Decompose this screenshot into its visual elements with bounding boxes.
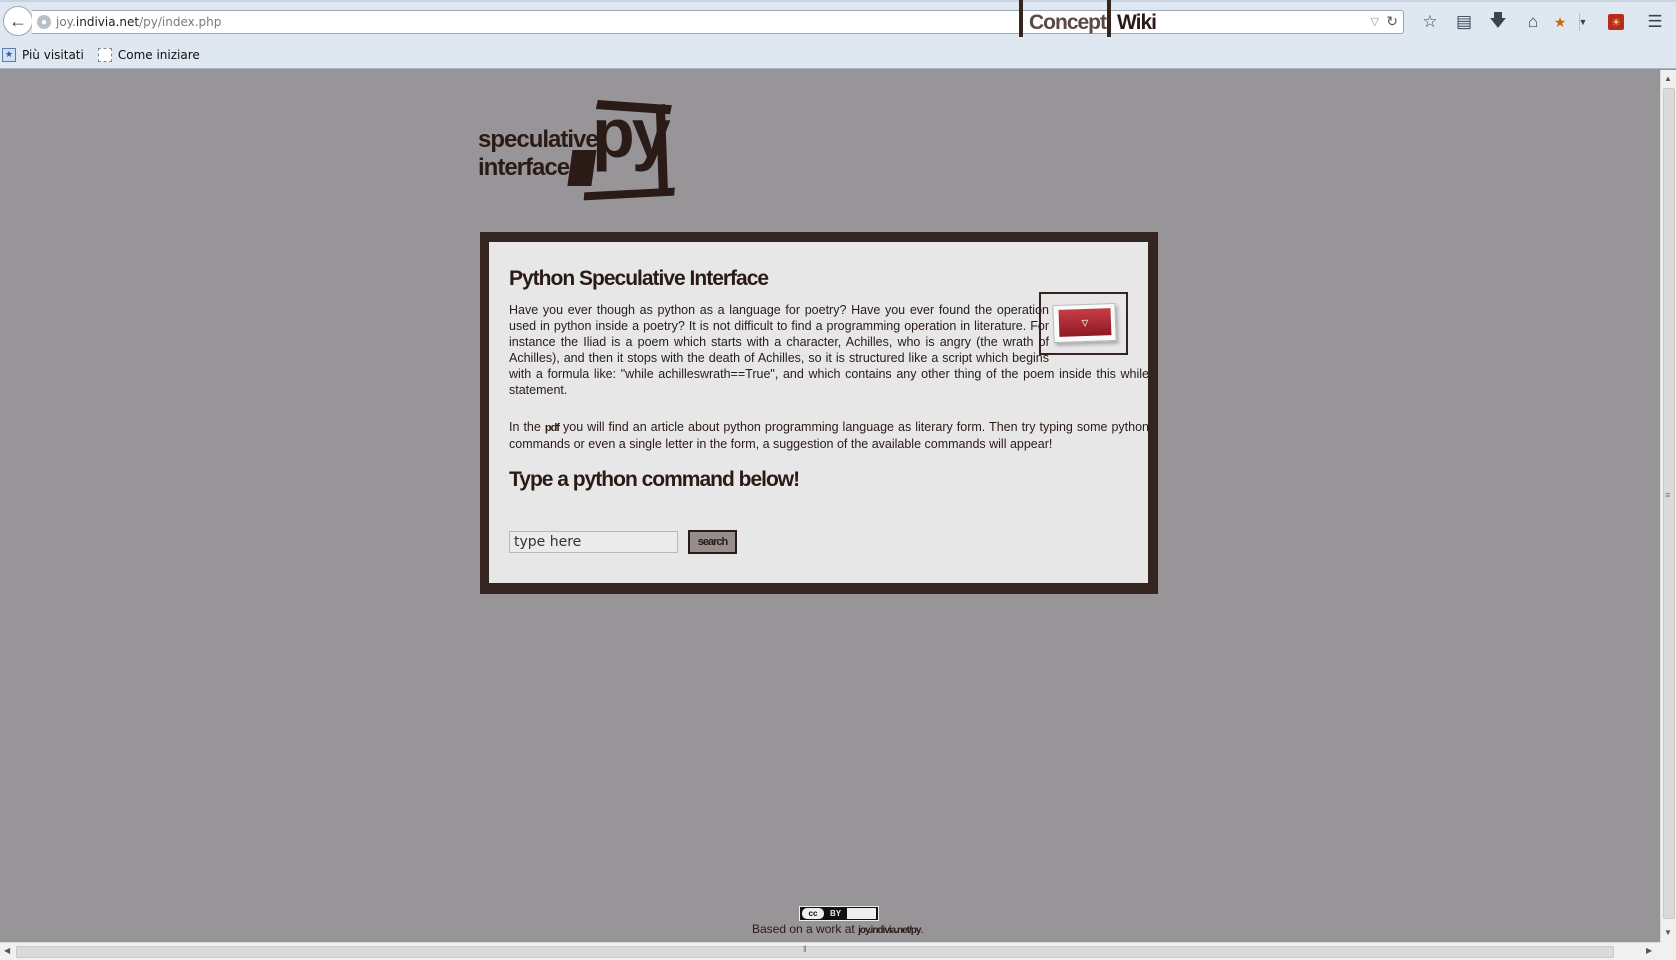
back-arrow-icon[interactable]: ← bbox=[3, 6, 33, 36]
page-title: Python Speculative Interface bbox=[509, 267, 769, 290]
tabstrip-edge bbox=[0, 0, 1676, 2]
nav-tab-wiki[interactable]: Wiki bbox=[1107, 0, 1157, 37]
scroll-up-icon[interactable]: ▲ bbox=[1664, 74, 1672, 83]
command-heading: Type a python command below! bbox=[509, 468, 800, 491]
home-icon[interactable]: ⌂ bbox=[1521, 10, 1545, 34]
creative-commons-badge[interactable]: cc BY bbox=[799, 906, 879, 921]
page-icon bbox=[97, 48, 112, 62]
extension-icon[interactable]: ☀ bbox=[1608, 14, 1624, 30]
horizontal-scrollbar[interactable]: ◀ ‖ ▶ bbox=[0, 942, 1660, 960]
content-panel: Python Speculative Interface ▿ Have you … bbox=[489, 242, 1149, 583]
site-logo[interactable]: py speculative interface bbox=[478, 94, 683, 205]
cc-icon: cc bbox=[802, 908, 824, 919]
by-label: BY bbox=[830, 909, 842, 918]
pdf-link[interactable]: pdf bbox=[545, 422, 560, 434]
horizontal-scroll-thumb[interactable] bbox=[16, 946, 1614, 958]
bookmark-star-icon[interactable]: ☆ bbox=[1418, 10, 1442, 34]
menu-icon[interactable]: ☰ bbox=[1643, 10, 1667, 34]
logo-wordmark: speculative interface bbox=[478, 126, 599, 181]
addon-dropdown-icon[interactable]: ▼ bbox=[1571, 10, 1595, 34]
search-button[interactable]: search bbox=[688, 530, 737, 554]
scroll-grip-icon: ≡ bbox=[1665, 490, 1671, 500]
footer-attribution: Based on a work at joy.indivia.net/py. bbox=[752, 922, 924, 936]
browser-chrome: ← ● joy.indivia.net/py/index.php ▽ ↻ ☆ ▤… bbox=[0, 0, 1676, 69]
content-frame: Python Speculative Interface ▿ Have you … bbox=[480, 232, 1158, 594]
url-bar[interactable]: ● joy.indivia.net/py/index.php ▽ ↻ bbox=[32, 10, 1404, 34]
download-icon[interactable]: 🡇 bbox=[1486, 10, 1510, 34]
intro-paragraph: Have you ever though as python as a lang… bbox=[509, 303, 1149, 397]
vertical-scroll-thumb[interactable] bbox=[1663, 88, 1675, 919]
bookmarks-toolbar: ★ Più visitati Come iniziare bbox=[0, 44, 214, 66]
reload-icon[interactable]: ↻ bbox=[1386, 13, 1398, 30]
nav-tab-concept[interactable]: Concept bbox=[1019, 0, 1107, 37]
scroll-grip-icon: ‖ bbox=[803, 944, 807, 954]
url-text: joy.indivia.net/py/index.php bbox=[56, 15, 222, 29]
pdf-paragraph: In the pdf you will find an article abou… bbox=[509, 420, 1149, 451]
site-identity-icon[interactable]: ● bbox=[37, 15, 51, 29]
scroll-down-icon[interactable]: ▼ bbox=[1664, 928, 1672, 937]
scroll-left-icon[interactable]: ◀ bbox=[4, 946, 10, 955]
logo-mark: py bbox=[592, 94, 671, 172]
url-dropdown-icon[interactable]: ▽ bbox=[1371, 15, 1379, 28]
bookmark-label: Come iniziare bbox=[117, 48, 200, 62]
toolbar-separator bbox=[1579, 13, 1580, 31]
bookmark-piu-visitati[interactable]: ★ Più visitati bbox=[0, 48, 84, 62]
python-command-input[interactable]: type here bbox=[509, 531, 678, 553]
bookmark-label: Più visitati bbox=[22, 48, 84, 62]
reading-list-icon[interactable]: ▤ bbox=[1452, 10, 1476, 34]
scroll-right-icon[interactable]: ▶ bbox=[1646, 946, 1652, 955]
bookmark-come-iniziare[interactable]: Come iniziare bbox=[97, 48, 200, 62]
scrollbar-corner bbox=[1660, 942, 1676, 960]
most-visited-icon: ★ bbox=[2, 48, 16, 62]
footer-source-link[interactable]: joy.indivia.net/py bbox=[858, 925, 921, 936]
vertical-scrollbar[interactable]: ▲ ≡ ▼ bbox=[1660, 70, 1676, 942]
addon-icon[interactable]: ★ bbox=[1548, 10, 1572, 34]
